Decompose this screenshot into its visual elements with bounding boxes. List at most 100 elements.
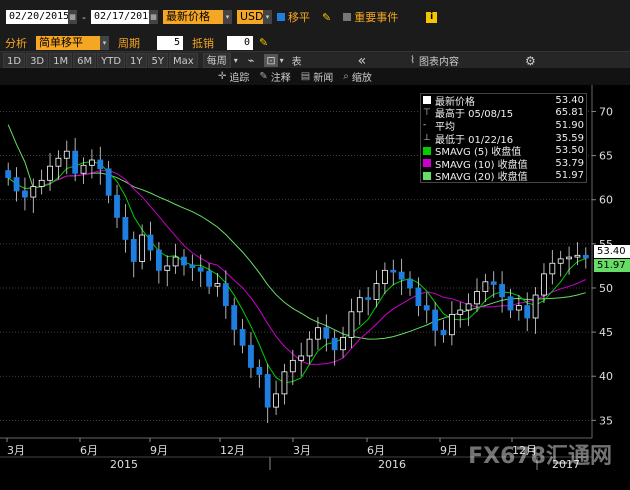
info-icon[interactable]: i <box>426 11 438 23</box>
candle-body <box>373 283 380 300</box>
candle-body <box>440 329 447 336</box>
candle-body <box>114 194 120 218</box>
pencil-icon[interactable]: ✎ <box>322 11 331 24</box>
frequency-select[interactable]: 每周 <box>202 53 231 68</box>
crosshair-icon: ✛ <box>218 71 227 82</box>
date-separator: - <box>82 10 86 24</box>
candle-body <box>273 393 279 408</box>
price-type-select[interactable]: 最新价格 <box>163 10 223 24</box>
settings-gear-icon[interactable]: ⚙ <box>525 54 536 68</box>
candle-body <box>164 265 171 271</box>
range-5y-button[interactable]: 5Y <box>147 53 169 68</box>
candle-body <box>381 269 388 284</box>
currency-chevron-icon[interactable]: ▾ <box>263 10 272 24</box>
candle-body <box>189 264 196 269</box>
end-date-dropdown[interactable]: ▦ <box>149 10 158 24</box>
table-button[interactable]: 表 <box>292 53 302 68</box>
legend-value: 53.40 <box>555 94 584 106</box>
candle-body <box>356 297 363 313</box>
chart-contents-label[interactable]: 图表内容 <box>419 53 459 68</box>
candle-body <box>457 309 464 315</box>
candle-body <box>515 305 522 311</box>
start-date-input[interactable]: 02/20/2015 <box>6 10 69 24</box>
events-checkbox[interactable] <box>343 13 352 21</box>
y-tick-label: 35 <box>599 414 613 427</box>
legend-swatch-sma5 <box>423 146 431 155</box>
news-icon: ▤ <box>300 71 311 82</box>
toolbar: 02/20/2015 ▦ - 02/17/2017 ▦ 最新价格 ▾ USD ▾… <box>0 0 630 34</box>
candle-body <box>214 283 221 287</box>
analysis-label: 分析 <box>5 36 27 50</box>
candle-body <box>448 314 455 336</box>
range-1m-button[interactable]: 1M <box>49 53 73 68</box>
y-tick-label: 60 <box>599 194 613 207</box>
legend-swatch-sma20 <box>423 171 431 180</box>
legend-value: 35.59 <box>555 132 584 144</box>
candle-body <box>574 254 581 258</box>
annotate-button[interactable]: 注释 <box>271 69 291 84</box>
candle-body <box>72 150 79 174</box>
x-month-label: 6月 <box>80 444 98 457</box>
events-label: 重要事件 <box>354 11 399 24</box>
range-6m-button[interactable]: 6M <box>73 53 97 68</box>
y-tick-label: 50 <box>599 282 613 295</box>
y-tick-label: 40 <box>599 370 613 383</box>
candle-body <box>298 355 305 361</box>
candle-body <box>524 305 531 319</box>
candle-body <box>532 294 539 319</box>
line-chart-icon[interactable]: ⌁ <box>248 54 255 67</box>
chart-contents-icon[interactable]: ⌇ <box>410 55 415 66</box>
study-chevron-icon[interactable]: ▾ <box>100 35 109 50</box>
x-month-label: 12月 <box>220 444 245 457</box>
candle-body <box>507 296 514 311</box>
zoom-icon: ⌕ <box>343 71 349 82</box>
candle-body <box>549 262 556 275</box>
offset-label: 抵销 <box>192 36 214 50</box>
range-3d-button[interactable]: 3D <box>26 53 49 68</box>
candle-body <box>582 254 589 259</box>
candle-body <box>398 271 405 280</box>
shift-checkbox[interactable] <box>277 13 285 21</box>
range-1d-button[interactable]: 1D <box>3 53 26 68</box>
chart-type-chevron-icon[interactable]: ▾ <box>280 56 284 65</box>
candle-body <box>172 256 179 267</box>
range-ytd-button[interactable]: YTD <box>97 53 126 68</box>
frequency-chevron-icon[interactable]: ▾ <box>234 56 238 65</box>
candle-body <box>89 159 95 166</box>
candle-body <box>306 338 313 357</box>
news-button[interactable]: 新闻 <box>313 69 333 84</box>
analysis-bar: 分析 简单移平 ▾ 周期 5 抵销 0 ✎ <box>0 34 630 51</box>
end-date-input[interactable]: 02/17/2017 <box>91 10 154 24</box>
range-max-button[interactable]: Max <box>169 53 198 68</box>
edit-study-icon[interactable]: ✎ <box>259 36 268 49</box>
candle-chart-icon[interactable]: ⊡ <box>264 54 278 67</box>
candle-body <box>465 303 472 311</box>
candle-body <box>348 311 355 338</box>
x-month-label: 9月 <box>440 444 458 457</box>
legend-label: SMAVG (20) 收盘值 <box>435 172 528 184</box>
low-marker-icon: ⊥ <box>423 133 431 144</box>
start-date-dropdown[interactable]: ▦ <box>68 10 77 24</box>
currency-select[interactable]: USD <box>237 10 264 24</box>
period-label: 周期 <box>118 36 140 50</box>
x-month-label: 3月 <box>293 444 311 457</box>
legend-value: 51.90 <box>555 119 584 131</box>
collapse-left-icon[interactable]: « <box>358 53 367 69</box>
candle-body <box>197 267 204 272</box>
candle-body <box>105 168 112 196</box>
range-1y-button[interactable]: 1Y <box>126 53 147 68</box>
study-select[interactable]: 简单移平 <box>36 35 100 50</box>
period-input[interactable]: 5 <box>157 35 183 50</box>
candle-body <box>315 327 321 340</box>
zoom-button[interactable]: 缩放 <box>352 69 372 84</box>
candle-body <box>63 150 70 159</box>
legend-value: 53.79 <box>555 157 584 169</box>
track-button[interactable]: 追踪 <box>229 69 249 84</box>
price-type-chevron-icon[interactable]: ▾ <box>223 10 232 24</box>
legend-value: 65.81 <box>555 107 584 119</box>
candle-body <box>557 258 564 264</box>
offset-input[interactable]: 0 <box>227 35 253 50</box>
legend-swatch-last <box>423 96 431 105</box>
range-buttons: 1D 3D 1M 6M YTD 1Y 5Y Max <box>3 53 199 68</box>
y-tick-label: 45 <box>599 326 613 339</box>
